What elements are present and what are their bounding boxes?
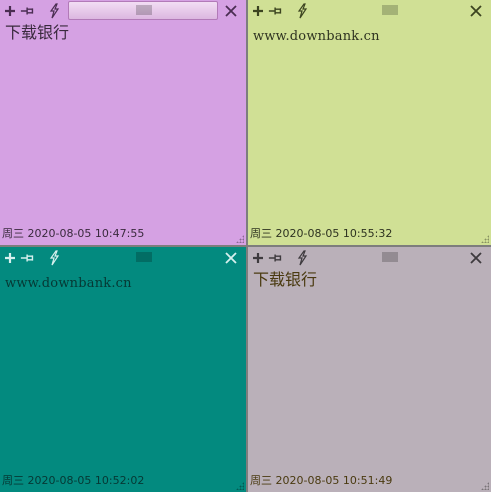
close-icon[interactable] [469, 250, 483, 264]
resize-grip[interactable] [481, 482, 489, 490]
note-toolbar [248, 0, 491, 22]
pin-icon[interactable] [268, 249, 284, 267]
note-timestamp: 周三 2020-08-05 10:55:32 [250, 227, 393, 240]
plus-icon[interactable] [2, 249, 18, 267]
plus-icon[interactable] [250, 249, 266, 267]
resize-grip[interactable] [236, 235, 244, 243]
note-content[interactable]: www.downbank.cn [253, 28, 485, 46]
drag-grip[interactable] [382, 252, 398, 262]
pin-icon[interactable] [20, 249, 36, 267]
note-content[interactable]: 下载银行 [5, 22, 240, 44]
close-icon[interactable] [224, 250, 238, 264]
resize-grip[interactable] [236, 482, 244, 490]
lightning-icon[interactable] [46, 2, 62, 20]
sticky-note-teal[interactable]: www.downbank.cn 周三 2020-08-05 10:52:02 [0, 247, 246, 492]
drag-grip[interactable] [136, 252, 152, 262]
plus-icon[interactable] [2, 2, 18, 20]
note-toolbar [0, 247, 246, 269]
note-toolbar [0, 0, 246, 22]
sticky-note-grey[interactable]: 下载银行 周三 2020-08-05 10:51:49 [248, 247, 491, 492]
lightning-icon[interactable] [294, 249, 310, 267]
resize-grip[interactable] [481, 235, 489, 243]
lightning-icon[interactable] [294, 2, 310, 20]
drag-grip[interactable] [382, 5, 398, 15]
close-icon[interactable] [224, 3, 238, 17]
sticky-note-green[interactable]: www.downbank.cn 周三 2020-08-05 10:55:32 [248, 0, 491, 245]
pin-icon[interactable] [20, 2, 36, 20]
close-icon[interactable] [469, 3, 483, 17]
note-content[interactable]: 下载银行 [253, 269, 485, 291]
note-timestamp: 周三 2020-08-05 10:47:55 [2, 227, 145, 240]
note-content[interactable]: www.downbank.cn [5, 275, 240, 293]
note-toolbar [248, 247, 491, 269]
plus-icon[interactable] [250, 2, 266, 20]
lightning-icon[interactable] [46, 249, 62, 267]
pin-icon[interactable] [268, 2, 284, 20]
note-timestamp: 周三 2020-08-05 10:52:02 [2, 474, 145, 487]
sticky-note-purple[interactable]: 下载银行 周三 2020-08-05 10:47:55 [0, 0, 246, 245]
note-timestamp: 周三 2020-08-05 10:51:49 [250, 474, 393, 487]
drag-grip[interactable] [136, 5, 152, 15]
